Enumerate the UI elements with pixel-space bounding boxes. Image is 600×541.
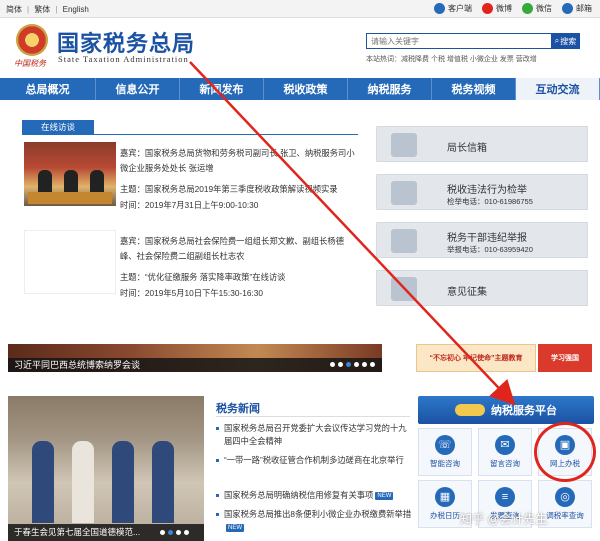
nav-item-service[interactable]: 纳税服务: [348, 78, 432, 100]
interview-2-guest[interactable]: 嘉宾：国家税务总局社会保险费一组组长郑文歉、副组长杨德峰、社会保险费二组副组长杜…: [120, 234, 356, 264]
highlight-circle: [534, 422, 596, 482]
weibo-icon: [482, 3, 493, 14]
tax-service-platform-banner[interactable]: 纳税服务平台: [418, 396, 594, 424]
service-tax-violation-report[interactable]: 税收违法行为检举 检举电话：010-61986755: [376, 174, 588, 210]
china-tax-logo-text: 中国税务: [14, 59, 46, 68]
interview-1-topic[interactable]: 主题：国家税务总局2019年第三季度税收政策解读视频实录: [120, 182, 356, 197]
banner-pagination: [330, 362, 375, 367]
interview-2-topic[interactable]: 主题：“优化征缴服务 落实降率政策”在线访谈: [120, 270, 356, 285]
online-interview-panel: 在线访谈 嘉宾：国家税务总局货物和劳务税司副司长 张卫、纳税服务司小微企业服务处…: [8, 108, 362, 338]
document-icon: [391, 277, 417, 301]
social-links: 客户端 微博 微信 邮箱: [434, 3, 592, 14]
main-nav: 总局概况 信息公开 新闻发布 税收政策 纳税服务 税务视频 互动交流: [0, 78, 600, 100]
nav-item-disclosure[interactable]: 信息公开: [96, 78, 180, 100]
nav-item-press[interactable]: 新闻发布: [180, 78, 264, 100]
xuexi-qiangguo-ad[interactable]: 学习强国: [538, 344, 592, 372]
tile-smart-consult[interactable]: ☏ 智能咨询: [418, 428, 472, 476]
chat-icon: ☏: [435, 435, 455, 455]
social-mail[interactable]: 邮箱: [562, 3, 592, 14]
globe-icon: ◎: [555, 487, 575, 507]
news-item[interactable]: 国家税务总局明确纳税信用修复有关事项 NEW: [216, 489, 412, 502]
message-icon: ✉: [495, 435, 515, 455]
edit-icon: [391, 229, 417, 253]
news-section-title[interactable]: 税务新闻: [216, 400, 260, 416]
banner-dot[interactable]: [354, 362, 359, 367]
new-badge: NEW: [375, 492, 394, 500]
news-dot[interactable]: [184, 530, 189, 535]
hot-words[interactable]: 本站热词：减税降费 个税 增值税 小微企业 发票 营改增: [366, 54, 537, 64]
new-badge: NEW: [226, 524, 244, 532]
tab-underline: [22, 134, 358, 135]
mailbox-icon: [391, 133, 417, 157]
headline-caption[interactable]: 习近平同巴西总统博索纳罗会谈: [8, 358, 382, 372]
wechat-icon: [522, 3, 533, 14]
news-item[interactable]: “一带一路”税收征管合作机制多边磋商在北京举行: [216, 454, 412, 467]
mail-icon: [562, 3, 573, 14]
site-header: 中国税务 国家税务总局 State Taxation Administratio…: [0, 18, 600, 76]
site-subtitle: State Taxation Administration: [58, 54, 189, 64]
banner-dot[interactable]: [330, 362, 335, 367]
lang-traditional[interactable]: 繁体: [34, 5, 50, 14]
news-photo-pagination: [160, 530, 189, 535]
news-item[interactable]: 国家税务总局推出8条便利小微企业办税缴费新举措NEW: [216, 508, 412, 534]
search-button[interactable]: ⌕ 搜索: [551, 33, 580, 49]
utility-bar: 简体 | 繁体 | English 客户端 微博 微信 邮箱: [0, 0, 600, 18]
service-opinion-collection[interactable]: 意见征集: [376, 270, 588, 306]
news-photo[interactable]: [8, 396, 204, 541]
report-icon: [391, 181, 417, 205]
interview-photo-1[interactable]: [24, 142, 116, 206]
nav-item-overview[interactable]: 总局概况: [0, 78, 96, 100]
zhihu-watermark: 知乎 @会计先生: [460, 512, 548, 526]
banner-dot[interactable]: [362, 362, 367, 367]
interview-2-time: 时间：2019年5月10日下午15:30-16:30: [120, 288, 263, 298]
banner-dot[interactable]: [370, 362, 375, 367]
banner-dot[interactable]: [346, 362, 351, 367]
interview-photo-2[interactable]: [24, 230, 116, 294]
news-divider: [216, 416, 410, 417]
invoice-icon: ≡: [495, 487, 515, 507]
language-switcher: 简体 | 繁体 | English: [6, 5, 89, 14]
news-item[interactable]: 国家税务总局召开党委扩大会议传达学习党的十九届四中全会精神: [216, 422, 412, 448]
interview-1-guest[interactable]: 嘉宾：国家税务总局货物和劳务税司副司长 张卫、纳税服务司小微企业服务处处长 张运…: [120, 146, 356, 176]
news-dot[interactable]: [168, 530, 173, 535]
search-icon: ⌕: [554, 36, 560, 45]
theme-education-ad[interactable]: “不忘初心 牢记使命”主题教育: [416, 344, 536, 372]
news-dot[interactable]: [160, 530, 165, 535]
service-director-mailbox[interactable]: 局长信箱: [376, 126, 588, 162]
search-input[interactable]: [366, 33, 552, 49]
tile-message-consult[interactable]: ✉ 留言咨询: [478, 428, 532, 476]
platform-logo-icon: [455, 404, 485, 416]
mobile-icon: [434, 3, 445, 14]
lang-english[interactable]: English: [63, 5, 89, 14]
news-dot[interactable]: [176, 530, 181, 535]
national-emblem-icon: [16, 24, 48, 56]
service-cadre-discipline-report[interactable]: 税务干部违纪举报 举报电话：010-63959420: [376, 222, 588, 258]
social-weibo[interactable]: 微博: [482, 3, 512, 14]
nav-item-video[interactable]: 税务视频: [432, 78, 516, 100]
social-client[interactable]: 客户端: [434, 3, 472, 14]
social-wechat[interactable]: 微信: [522, 3, 552, 14]
lang-simplified[interactable]: 简体: [6, 5, 22, 14]
nav-item-interaction[interactable]: 互动交流: [516, 78, 600, 100]
nav-item-policy[interactable]: 税收政策: [264, 78, 348, 100]
search-box: ⌕搜索: [366, 33, 580, 49]
interview-1-time: 时间：2019年7月31日上午9:00-10:30: [120, 200, 259, 210]
calendar-icon: ▦: [435, 487, 455, 507]
tab-online-interview[interactable]: 在线访谈: [22, 120, 94, 134]
banner-dot[interactable]: [338, 362, 343, 367]
